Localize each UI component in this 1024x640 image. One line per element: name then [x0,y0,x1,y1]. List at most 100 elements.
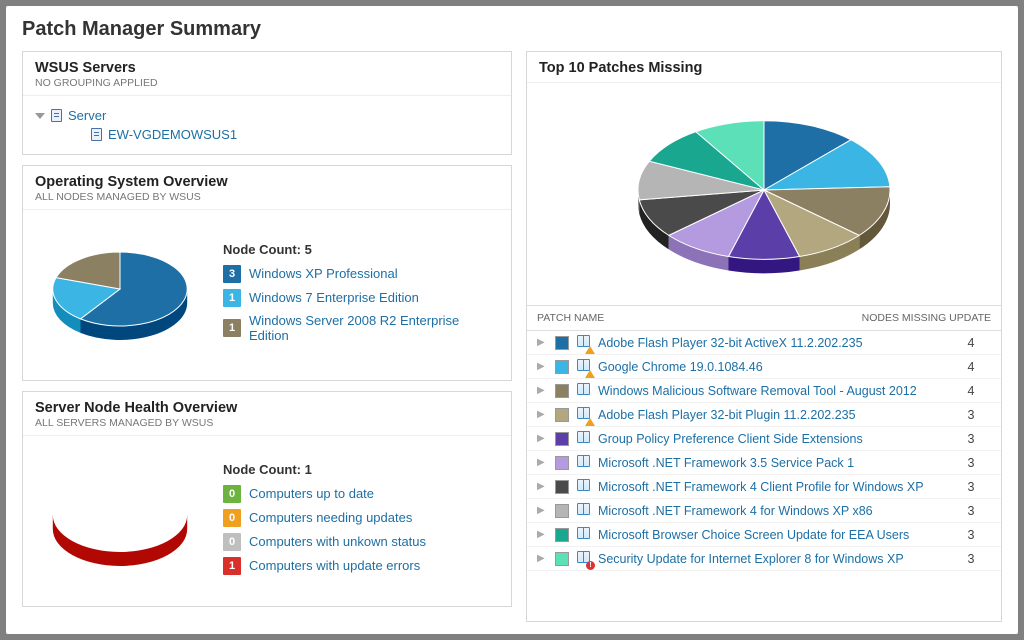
table-row: ▶ Windows Malicious Software Removal Tool… [527,379,1001,403]
document-icon [91,128,102,141]
legend-label[interactable]: Windows XP Professional [249,266,398,281]
color-swatch [555,456,569,470]
table-row: ▶ Microsoft .NET Framework 4 for Windows … [527,499,1001,523]
table-row: ▶!Security Update for Internet Explorer … [527,547,1001,571]
expand-icon[interactable]: ▶ [537,361,547,372]
legend-label[interactable]: Windows Server 2008 R2 Enterprise Editio… [249,313,499,343]
patch-icon [577,503,590,518]
patch-icon [577,335,590,350]
os-count-label: Node Count: [223,242,301,257]
expand-icon[interactable]: ▶ [537,385,547,396]
color-swatch [555,528,569,542]
patch-count: 3 [951,408,991,422]
patch-icon [577,431,590,446]
patch-count: 4 [951,360,991,374]
document-icon [51,109,62,122]
patch-link[interactable]: Adobe Flash Player 32-bit ActiveX 11.2.2… [598,336,943,350]
table-row: ▶ Microsoft .NET Framework 4 Client Profi… [527,475,1001,499]
os-body: Node Count: 5 3 Windows XP Professional 1W… [23,210,511,380]
os-panel: Operating System Overview All nodes mana… [22,165,512,381]
patches-table-head: Patch Name Nodes Missing Update [527,305,1001,331]
patch-count: 3 [951,480,991,494]
legend-item[interactable]: 3 Windows XP Professional [223,265,499,283]
health-count-label: Node Count: [223,462,301,477]
count-badge: 3 [223,265,241,283]
count-badge: 1 [223,289,241,307]
count-badge: 1 [223,319,241,337]
legend-item[interactable]: 0 Computers needing updates [223,509,499,527]
expand-icon[interactable]: ▶ [537,409,547,420]
health-body: Node Count: 1 0Computers up to date0Comp… [23,436,511,606]
patch-count: 3 [951,528,991,542]
legend-label[interactable]: Computers with unkown status [249,534,426,549]
patch-icon [577,383,590,398]
legend-item[interactable]: 1 Windows Server 2008 R2 Enterprise Editi… [223,313,499,343]
os-legend: Node Count: 5 3 Windows XP Professional 1W… [223,242,499,349]
patch-link[interactable]: Microsoft Browser Choice Screen Update f… [598,528,943,542]
health-title: Server Node Health Overview [35,400,499,416]
patch-link[interactable]: Microsoft .NET Framework 4 Client Profil… [598,480,943,494]
color-swatch [555,360,569,374]
patch-count: 3 [951,456,991,470]
patch-link[interactable]: Adobe Flash Player 32-bit Plugin 11.2.20… [598,408,943,422]
legend-item[interactable]: 0Computers up to date [223,485,499,503]
patches-pie-chart [527,83,1001,305]
legend-label[interactable]: Computers with update errors [249,558,420,573]
table-row: ▶ Google Chrome 19.0.1084.46 4 [527,355,1001,379]
health-count: Node Count: 1 [223,462,499,477]
tree-row-child[interactable]: EW-VGDEMOWSUS1 [35,125,499,144]
warning-icon [585,346,595,354]
color-swatch [555,432,569,446]
columns: WSUS Servers No grouping applied Server … [22,51,1002,622]
patch-link[interactable]: Group Policy Preference Client Side Exte… [598,432,943,446]
patch-link[interactable]: Microsoft .NET Framework 4 for Windows X… [598,504,943,518]
os-title: Operating System Overview [35,174,499,190]
legend-label[interactable]: Computers needing updates [249,510,412,525]
patch-count: 4 [951,384,991,398]
legend-label[interactable]: Windows 7 Enterprise Edition [249,290,419,305]
patches-title: Top 10 Patches Missing [539,60,989,76]
patches-panel: Top 10 Patches Missing Patch Name Nodes … [526,51,1002,622]
color-swatch [555,384,569,398]
legend-label[interactable]: Computers up to date [249,486,374,501]
table-row: ▶ Adobe Flash Player 32-bit ActiveX 11.2.… [527,331,1001,355]
patches-table-body: ▶ Adobe Flash Player 32-bit ActiveX 11.2.… [527,331,1001,571]
table-row: ▶ Microsoft .NET Framework 3.5 Service Pa… [527,451,1001,475]
patch-icon [577,407,590,422]
wsus-tree: Server EW-VGDEMOWSUS1 [23,96,511,154]
left-column: WSUS Servers No grouping applied Server … [22,51,512,622]
tree-child-label[interactable]: EW-VGDEMOWSUS1 [108,127,237,142]
expand-icon[interactable]: ▶ [537,433,547,444]
patch-link[interactable]: Microsoft .NET Framework 3.5 Service Pac… [598,456,943,470]
patch-icon [577,527,590,542]
tree-row-root[interactable]: Server [35,106,499,125]
os-header: Operating System Overview All nodes mana… [23,166,511,210]
count-badge: 0 [223,509,241,527]
patch-link[interactable]: Google Chrome 19.0.1084.46 [598,360,943,374]
chevron-down-icon[interactable] [35,113,45,119]
patch-count: 3 [951,432,991,446]
wsus-header: WSUS Servers No grouping applied [23,52,511,96]
legend-item[interactable]: 1Computers with update errors [223,557,499,575]
expand-icon[interactable]: ▶ [537,553,547,564]
os-count-value: 5 [305,242,312,257]
os-pie-chart [35,220,205,370]
patch-link[interactable]: Security Update for Internet Explorer 8 … [598,552,943,566]
expand-icon[interactable]: ▶ [537,505,547,516]
patch-count: 3 [951,504,991,518]
error-icon: ! [586,561,595,570]
color-swatch [555,552,569,566]
expand-icon[interactable]: ▶ [537,457,547,468]
expand-icon[interactable]: ▶ [537,337,547,348]
expand-icon[interactable]: ▶ [537,529,547,540]
legend-item[interactable]: 1 Windows 7 Enterprise Edition [223,289,499,307]
health-header: Server Node Health Overview All servers … [23,392,511,436]
health-sub: All servers managed by WSUS [35,417,499,429]
app-root: Patch Manager Summary WSUS Servers No gr… [6,6,1018,634]
patch-icon [577,455,590,470]
patch-link[interactable]: Windows Malicious Software Removal Tool … [598,384,943,398]
legend-item[interactable]: 0Computers with unkown status [223,533,499,551]
expand-icon[interactable]: ▶ [537,481,547,492]
tree-root-label[interactable]: Server [68,108,106,123]
patch-icon [577,359,590,374]
